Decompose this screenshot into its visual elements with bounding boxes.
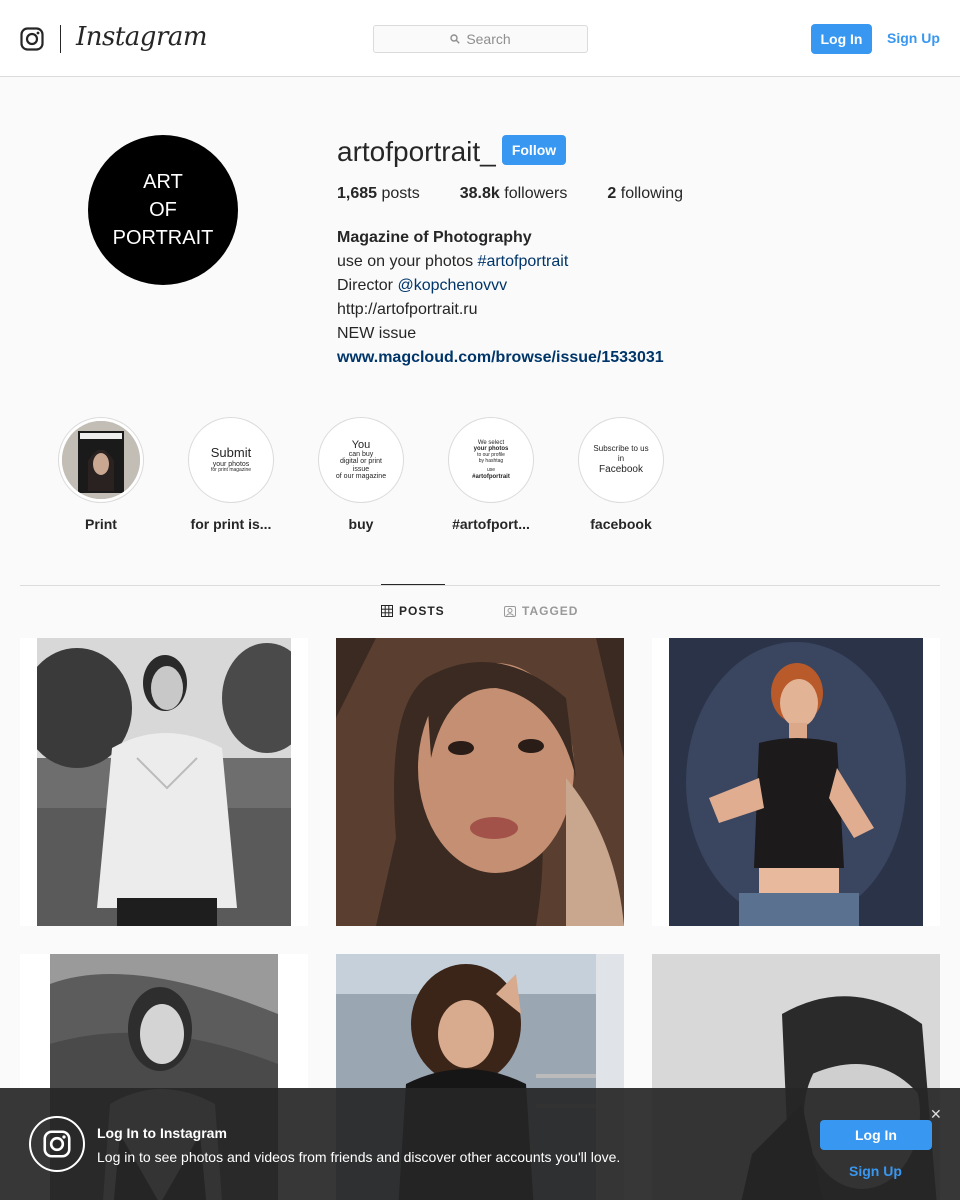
bio-text: use on your photos <box>337 253 478 270</box>
tab-tagged[interactable]: TAGGED <box>504 604 578 618</box>
tab-posts[interactable]: POSTS <box>381 604 445 618</box>
highlight-cover-text: You <box>351 438 371 451</box>
banner-title: Log In to Instagram <box>97 1125 227 1141</box>
post-photo <box>336 638 624 926</box>
posts-count: 1,685 <box>337 185 378 202</box>
search-input[interactable]: Search <box>373 25 588 53</box>
active-tab-indicator <box>381 584 445 585</box>
following-stat[interactable]: 2 following <box>607 185 683 203</box>
instagram-wordmark[interactable]: Instagram <box>76 22 208 52</box>
banner-signup-link[interactable]: Sign Up <box>849 1163 902 1179</box>
avatar-text-line: OF <box>149 199 177 221</box>
highlight-cover-text: digital or print <box>339 458 382 466</box>
highlight-cover-text: Subscribe to us <box>593 444 649 454</box>
avatar-text-line: ART <box>143 171 183 193</box>
login-button[interactable]: Log In <box>811 24 872 54</box>
story-highlight-hashtag[interactable]: We select your photos to our profile by … <box>441 417 541 532</box>
profile-bio: Magazine of Photography use on your phot… <box>337 226 664 370</box>
highlight-ring: We select your photos to our profile by … <box>448 417 534 503</box>
top-nav: Instagram Search Log In Sign Up <box>0 0 960 77</box>
followers-count: 38.8k <box>459 185 500 202</box>
profile-stats: 1,685 posts 38.8k followers 2 following <box>337 185 723 203</box>
tabs-divider <box>20 585 940 586</box>
posts-stat: 1,685 posts <box>337 185 420 203</box>
mention-link[interactable]: @kopchenovvv <box>397 277 507 294</box>
instagram-glyph-icon[interactable] <box>20 27 44 51</box>
highlight-ring: You can buy digital or print issue of ou… <box>318 417 404 503</box>
profile-username: artofportrait_ <box>337 136 496 167</box>
post-thumbnail[interactable] <box>20 638 308 926</box>
story-highlight-submit[interactable]: Submit your photos for print magazine fo… <box>181 417 281 532</box>
highlight-cover-text: #artofportrait <box>472 473 510 480</box>
followers-stat[interactable]: 38.8k followers <box>460 185 568 203</box>
bio-line: use on your photos #artofportrait <box>337 250 664 274</box>
highlight-ring: Subscribe to us in Facebook <box>578 417 664 503</box>
bio-text: Director <box>337 277 398 294</box>
bio-line: http://artofportrait.ru <box>337 301 478 318</box>
search-placeholder: Search <box>466 31 511 47</box>
highlight-ring <box>58 417 144 503</box>
post-thumbnail[interactable] <box>652 638 940 926</box>
story-highlight-buy[interactable]: You can buy digital or print issue of ou… <box>311 417 411 532</box>
highlight-ring: Submit your photos for print magazine <box>188 417 274 503</box>
following-count: 2 <box>607 185 617 202</box>
highlight-cover-text: Facebook <box>599 463 643 475</box>
story-highlight-facebook[interactable]: Subscribe to us in Facebook facebook <box>571 417 671 532</box>
magazine-cover-thumbnail <box>62 421 140 499</box>
avatar-text-line: PORTRAIT <box>112 227 214 249</box>
tab-label: TAGGED <box>522 604 579 618</box>
highlight-cover-text: of our magazine <box>335 473 387 481</box>
login-banner: Log In to Instagram Log in to see photos… <box>0 1088 960 1200</box>
highlight-cover-title: Submit <box>210 445 252 461</box>
posts-label: posts <box>381 185 420 202</box>
post-photo <box>37 638 291 926</box>
follow-button[interactable]: Follow <box>502 135 566 165</box>
highlight-cover-text: We select <box>477 439 505 446</box>
highlight-label: for print is... <box>190 516 272 532</box>
magazine-cover-image <box>62 421 140 499</box>
banner-subtitle: Log in to see photos and videos from fri… <box>97 1149 621 1165</box>
following-label: following <box>620 185 684 202</box>
followers-label: followers <box>504 185 568 202</box>
banner-login-button[interactable]: Log In <box>820 1120 932 1150</box>
bio-line: NEW issue <box>337 325 417 342</box>
highlight-cover: Submit your photos for print magazine <box>192 421 270 499</box>
highlight-label: buy <box>348 516 374 532</box>
highlight-label: #artofport... <box>452 516 530 532</box>
highlight-cover-text: can buy <box>348 451 374 459</box>
hashtag-link[interactable]: #artofportrait <box>478 253 569 270</box>
search-icon <box>450 34 461 44</box>
logo-divider <box>60 25 61 53</box>
profile-avatar: ART OF PORTRAIT <box>88 135 238 285</box>
highlight-cover-text: for print magazine <box>210 467 252 474</box>
signup-link[interactable]: Sign Up <box>887 30 940 46</box>
highlight-cover: We select your photos to our profile by … <box>452 421 530 499</box>
highlight-cover-text: issue <box>352 465 370 473</box>
tab-label: POSTS <box>399 604 445 618</box>
website-link[interactable]: www.magcloud.com/browse/issue/1533031 <box>337 346 664 370</box>
instagram-glyph-icon <box>43 1130 71 1158</box>
post-thumbnail[interactable] <box>336 638 624 926</box>
highlight-cover: Subscribe to us in Facebook <box>582 421 660 499</box>
highlight-cover: You can buy digital or print issue of ou… <box>322 421 400 499</box>
post-photo <box>669 638 923 926</box>
highlight-label: facebook <box>590 516 652 532</box>
instagram-glyph-icon <box>29 1116 85 1172</box>
highlight-cover-text: in <box>617 454 625 463</box>
tag-icon <box>504 606 516 617</box>
highlight-cover-text: by hashtag <box>478 458 504 465</box>
story-highlight-print[interactable]: Print <box>51 417 151 532</box>
profile-full-name: Magazine of Photography <box>337 229 532 246</box>
grid-icon <box>381 605 393 617</box>
bio-line: Director @kopchenovvv <box>337 274 664 298</box>
highlight-label: Print <box>85 516 117 532</box>
close-icon[interactable]: ✕ <box>930 1106 942 1123</box>
